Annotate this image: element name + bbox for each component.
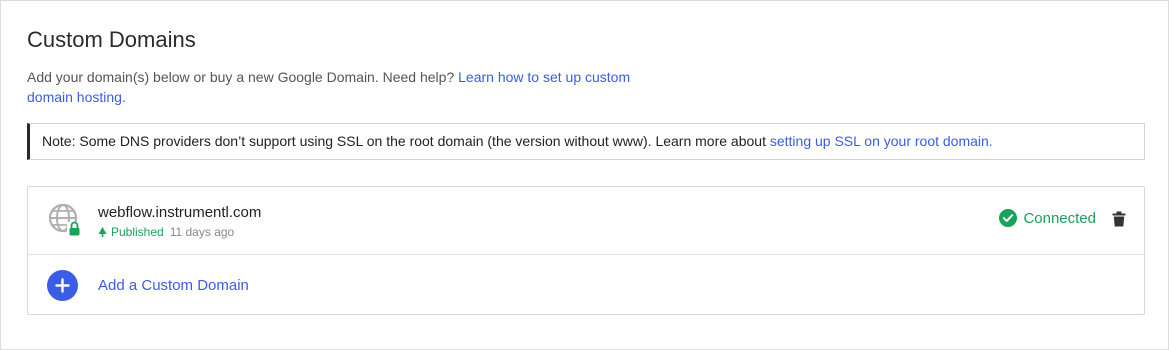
add-custom-domain-button[interactable]: Add a Custom Domain: [28, 255, 1144, 315]
domain-row: webflow.instrumentl.com Published 11 day…: [28, 187, 1144, 255]
plus-circle-icon[interactable]: [47, 270, 78, 301]
description-text: Add your domain(s) below or buy a new Go…: [27, 69, 455, 85]
check-circle-icon: [999, 209, 1018, 227]
published-label: Published: [111, 225, 164, 239]
page-title: Custom Domains: [27, 27, 196, 52]
status-badge: Connected: [999, 209, 1096, 227]
note-text: Note: Some DNS providers don’t support u…: [42, 133, 766, 149]
custom-domains-panel: Custom Domains Add your domain(s) below …: [0, 0, 1169, 350]
ssl-help-link[interactable]: setting up SSL on your root domain.: [770, 133, 993, 149]
publish-info: Published 11 days ago: [98, 225, 234, 239]
domain-name[interactable]: webflow.instrumentl.com: [98, 204, 261, 221]
tree-icon: [98, 227, 107, 237]
domain-list: webflow.instrumentl.com Published 11 day…: [27, 186, 1145, 315]
status-text: Connected: [1023, 209, 1096, 227]
globe-lock-icon: [48, 203, 82, 237]
section-description: Add your domain(s) below or buy a new Go…: [27, 67, 677, 107]
trash-icon[interactable]: [1112, 211, 1126, 227]
add-domain-label[interactable]: Add a Custom Domain: [98, 277, 249, 294]
ssl-note: Note: Some DNS providers don’t support u…: [27, 123, 1145, 160]
published-time: 11 days ago: [169, 225, 235, 239]
